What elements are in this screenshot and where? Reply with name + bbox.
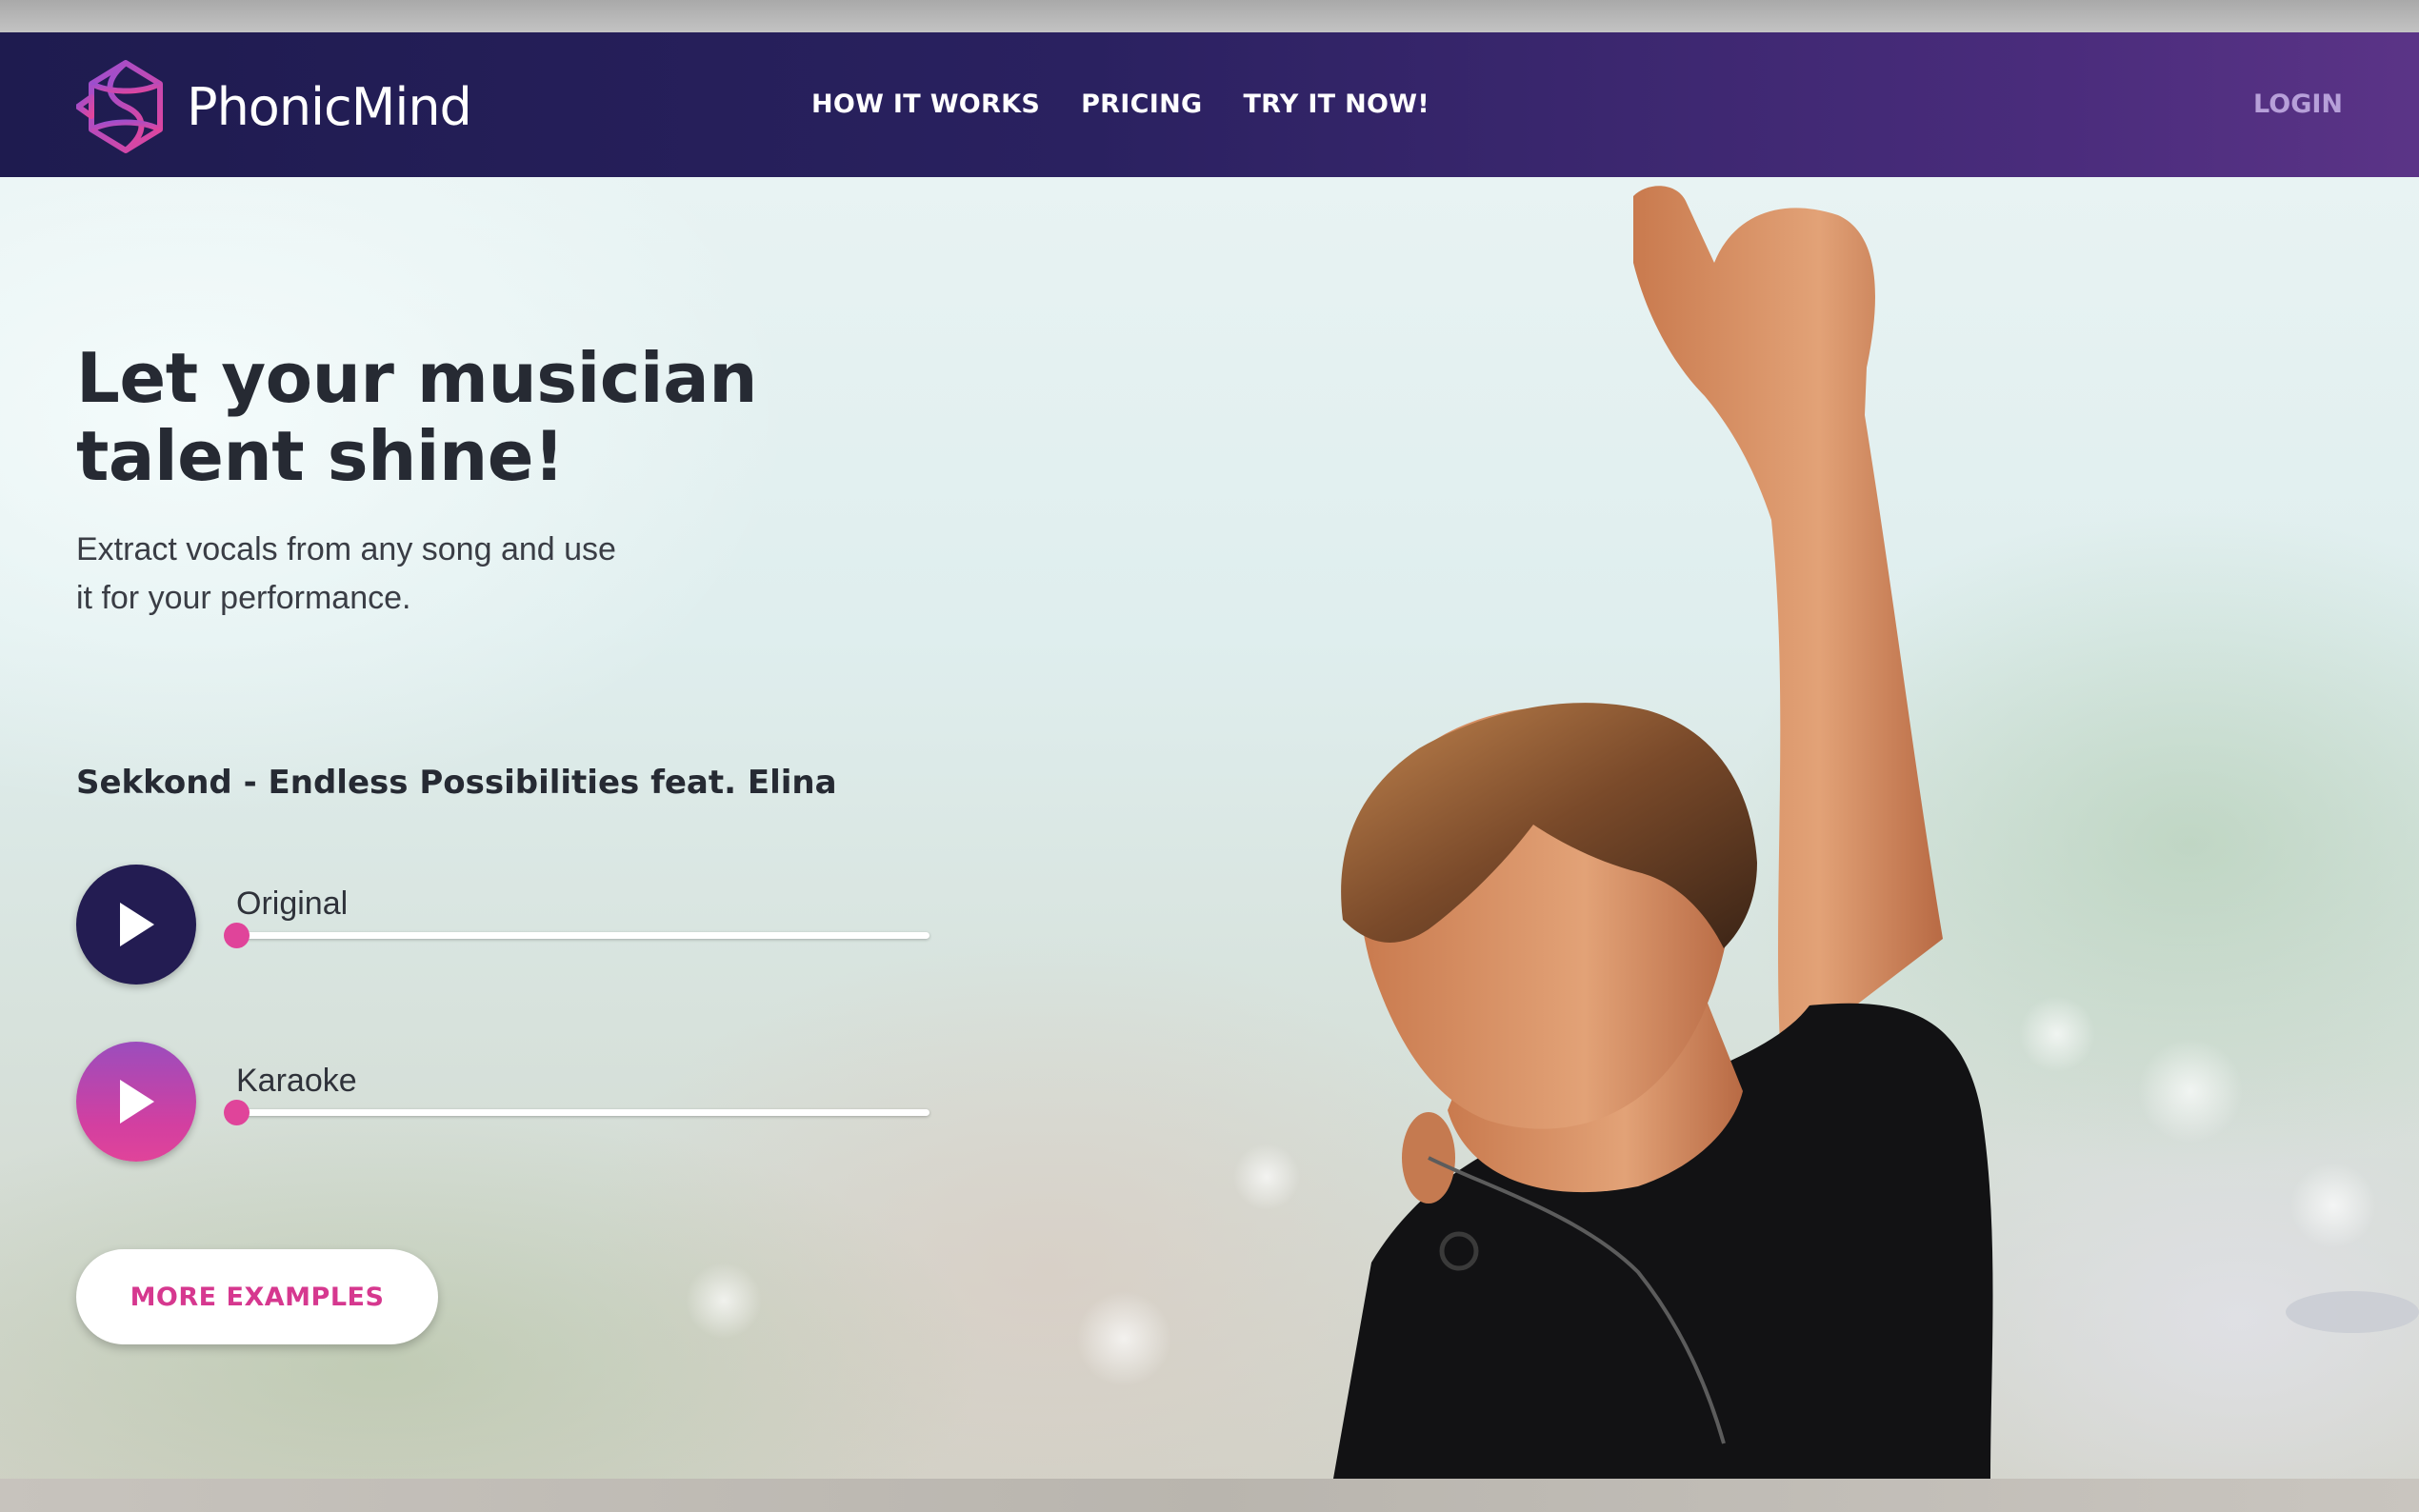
login-link[interactable]: LOGIN — [2253, 90, 2343, 119]
play-icon — [120, 1080, 154, 1124]
hero-headline-line1: Let your musician — [76, 338, 757, 418]
progress-handle-karaoke[interactable] — [224, 1100, 250, 1125]
brand-logo[interactable]: PhonicMind — [76, 59, 472, 154]
browser-bottom-strip — [0, 1479, 2419, 1512]
hero-subtext-line1: Extract vocals from any song and use — [76, 531, 616, 567]
navigation-bar: PhonicMind HOW IT WORKS PRICING TRY IT N… — [0, 32, 2419, 177]
player-karaoke: Karaoke — [76, 1042, 933, 1164]
more-examples-button[interactable]: MORE EXAMPLES — [76, 1249, 438, 1344]
play-button-original[interactable] — [76, 865, 196, 985]
main-nav: HOW IT WORKS PRICING TRY IT NOW! — [811, 90, 1429, 119]
browser-top-strip — [0, 0, 2419, 32]
progress-track-original[interactable] — [224, 923, 930, 948]
nav-how-it-works[interactable]: HOW IT WORKS — [811, 90, 1040, 119]
song-title: Sekkond - Endless Possibilities feat. El… — [76, 764, 837, 802]
progress-track-karaoke[interactable] — [224, 1100, 930, 1125]
hero-subtext-line2: it for your performance. — [76, 580, 411, 616]
hero-section: Let your musician talent shine! Extract … — [0, 177, 2419, 1479]
player-label-original: Original — [236, 885, 349, 922]
hero-subtext: Extract vocals from any song and use it … — [76, 526, 667, 623]
play-button-karaoke[interactable] — [76, 1042, 196, 1162]
nav-pricing[interactable]: PRICING — [1081, 90, 1202, 119]
nav-try-it-now[interactable]: TRY IT NOW! — [1243, 90, 1429, 119]
player-label-karaoke: Karaoke — [236, 1063, 357, 1099]
hero-headline: Let your musician talent shine! — [76, 339, 933, 495]
more-examples-label: MORE EXAMPLES — [130, 1282, 385, 1312]
progress-handle-original[interactable] — [224, 923, 250, 948]
play-icon — [120, 903, 154, 946]
hero-headline-line2: talent shine! — [76, 416, 565, 496]
player-original: Original — [76, 865, 933, 986]
brand-name: PhonicMind — [187, 76, 472, 137]
phonicmind-logo-icon — [76, 60, 163, 153]
